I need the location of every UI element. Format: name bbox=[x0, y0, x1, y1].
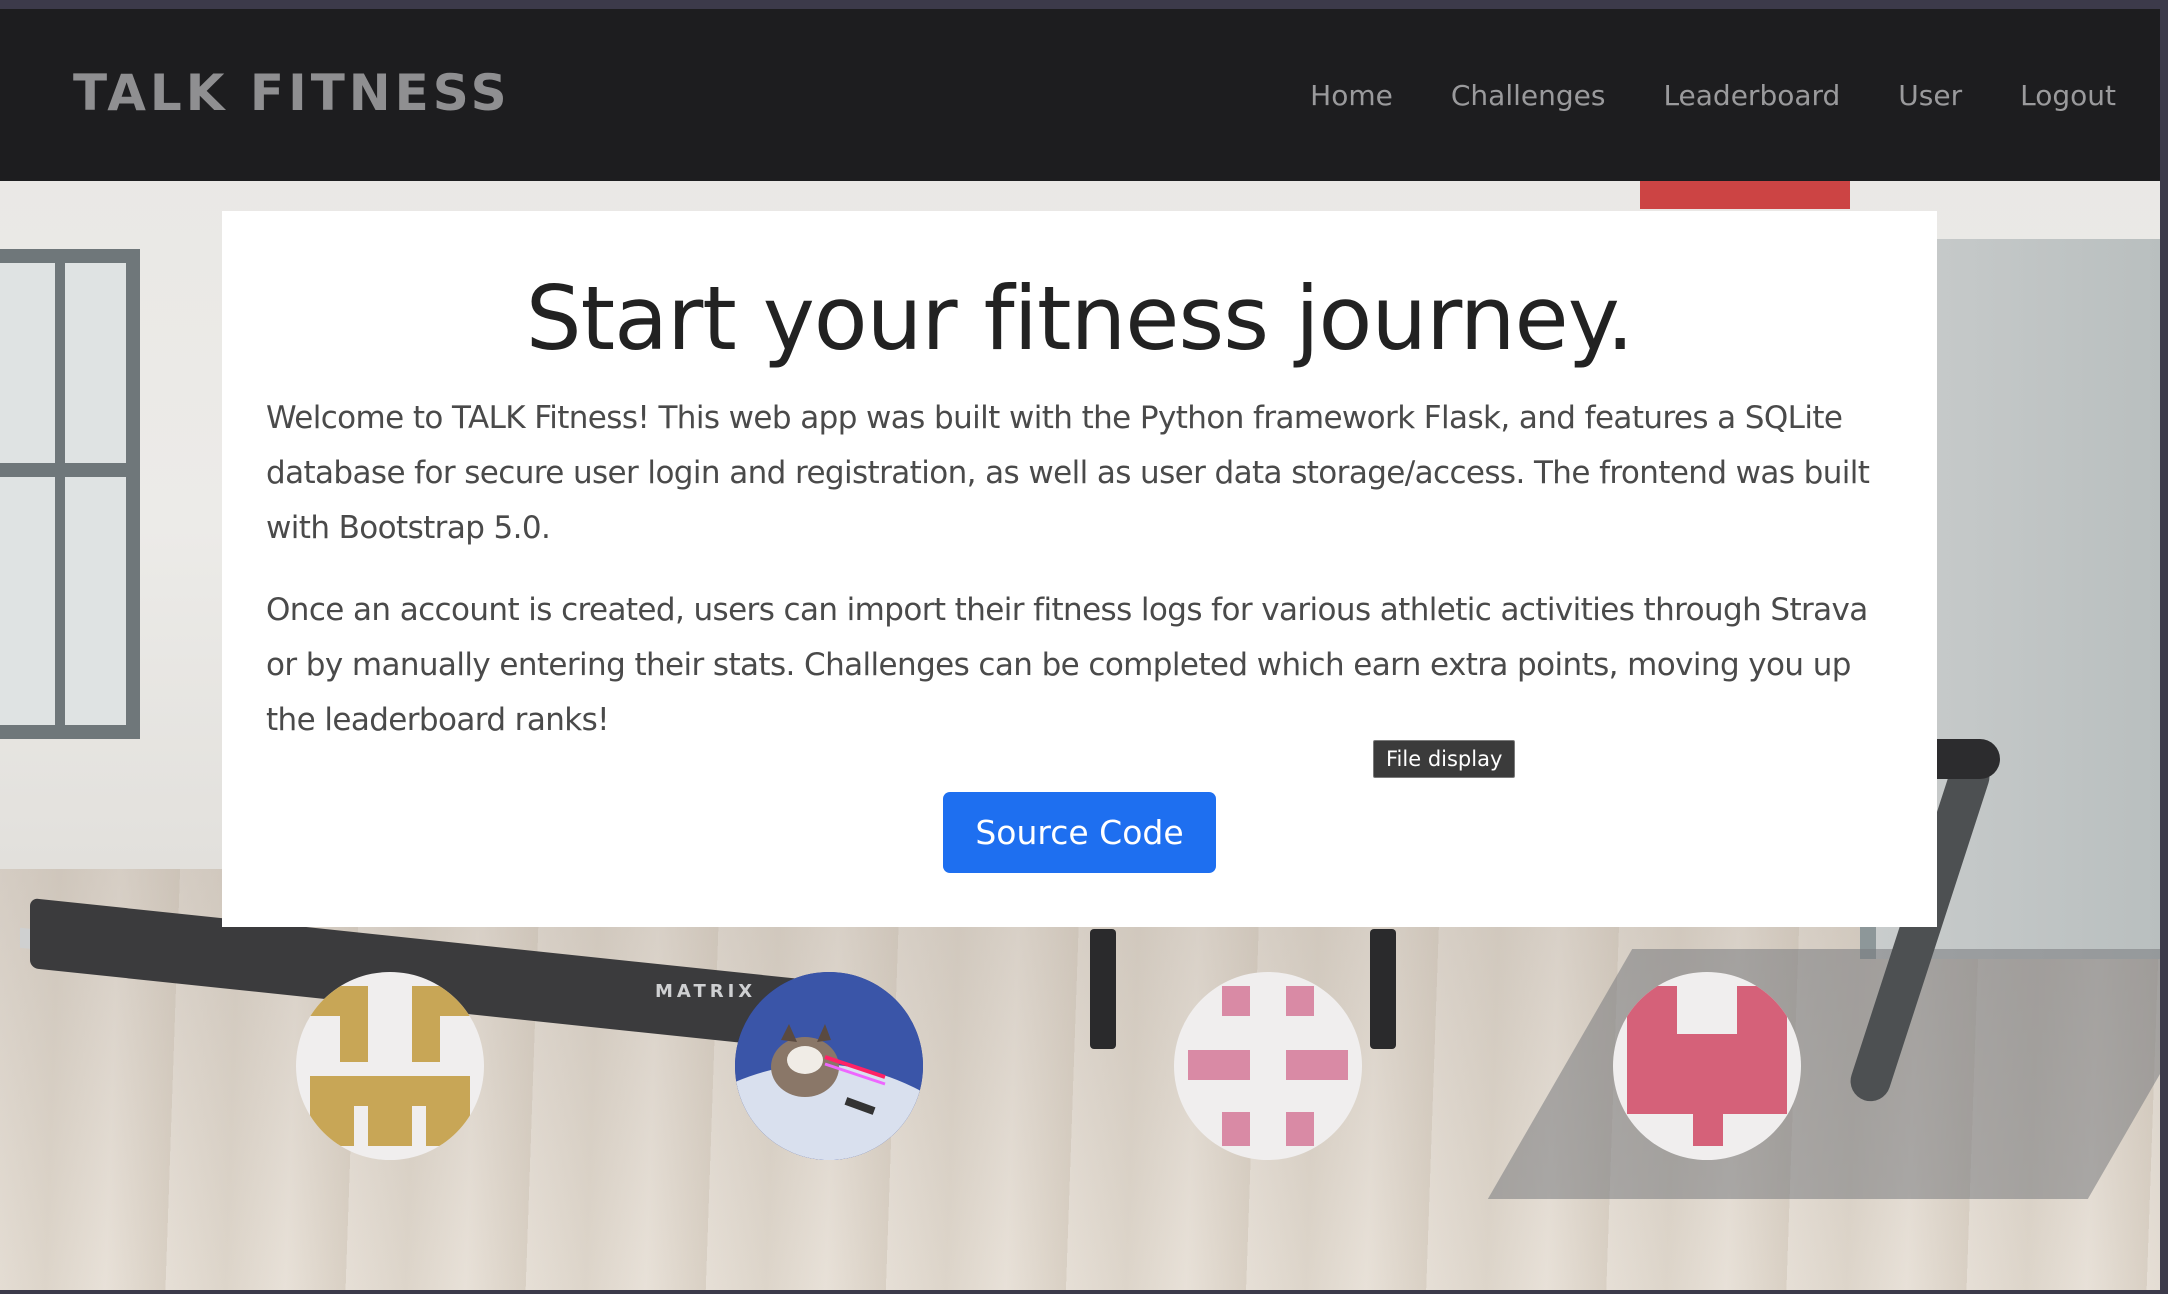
nav-links: Home Challenges Leaderboard User Logout bbox=[1252, 79, 2116, 112]
brand-logo[interactable]: TALK FITNESS bbox=[73, 64, 511, 122]
intro-paragraph: Welcome to TALK Fitness! This web app wa… bbox=[266, 400, 1870, 546]
bg-window bbox=[0, 249, 140, 739]
bg-matrix-logo: MATRIX bbox=[655, 981, 757, 1002]
navbar: TALK FITNESS Home Challenges Leaderboard… bbox=[0, 9, 2160, 181]
button-wrap: Source Code bbox=[266, 792, 1893, 873]
nav-link-leaderboard[interactable]: Leaderboard bbox=[1663, 79, 1840, 112]
browser-window: MATRIX TALK FITNESS Home Challenges Lead… bbox=[0, 9, 2160, 1290]
page-title: Start your fitness journey. bbox=[525, 267, 1634, 370]
avatar[interactable] bbox=[735, 972, 923, 1160]
avatar[interactable] bbox=[1174, 972, 1362, 1160]
source-code-button[interactable]: Source Code bbox=[943, 792, 1216, 873]
nav-link-home[interactable]: Home bbox=[1310, 79, 1393, 112]
nav-link-logout[interactable]: Logout bbox=[2020, 79, 2116, 112]
hero-card: Start your fitness journey. Welcome to T… bbox=[222, 211, 1937, 927]
avatar[interactable] bbox=[296, 972, 484, 1160]
cat-photo-icon bbox=[735, 972, 923, 1160]
nav-link-challenges[interactable]: Challenges bbox=[1451, 79, 1606, 112]
avatar[interactable] bbox=[1613, 972, 1801, 1160]
tooltip: File display bbox=[1373, 740, 1516, 778]
nav-link-user[interactable]: User bbox=[1898, 79, 1962, 112]
description-paragraph: Once an account is created, users can im… bbox=[266, 592, 1868, 738]
